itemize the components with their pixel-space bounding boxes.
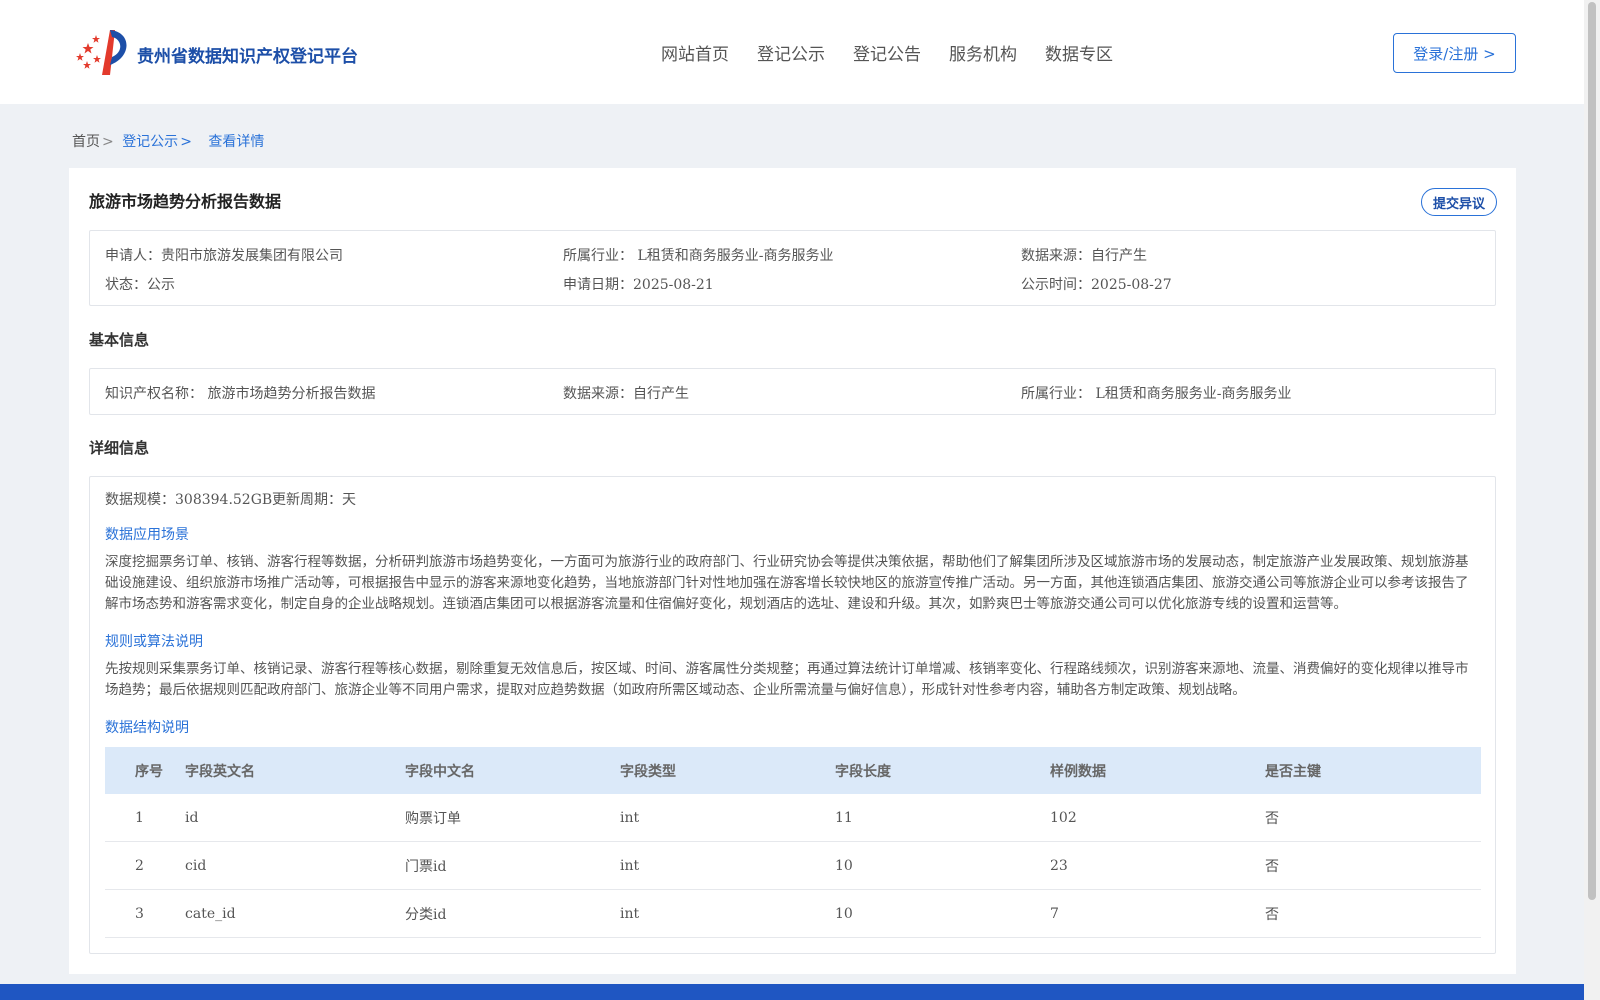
cell-primary-key: 否 — [1265, 906, 1279, 923]
column-header-sample: 样例数据 — [1050, 763, 1106, 780]
detailed-info-box: 数据规模：308394.52GB 更新周期：天 数据应用场景 深度挖掘票务订单、… — [89, 476, 1496, 954]
apply-date-field: 申请日期：2025-08-21 — [563, 277, 714, 293]
source-field: 数据来源：自行产生 — [1021, 248, 1147, 264]
status-value: 公示 — [147, 277, 175, 293]
cell-sample: 7 — [1050, 905, 1059, 922]
login-register-button[interactable]: 登录/注册 > — [1393, 33, 1516, 73]
industry-value: L租赁和商务服务业-商务服务业 — [637, 248, 834, 264]
cell-length: 11 — [835, 809, 853, 826]
table-row: 3 cate_id 分类id int 10 7 否 — [105, 890, 1481, 938]
vertical-scrollbar[interactable] — [1584, 0, 1600, 1000]
cell-english-name: cid — [185, 857, 207, 874]
breadcrumb-current: 查看详情 — [208, 134, 265, 150]
publish-time-field: 公示时间：2025-08-27 — [1021, 277, 1172, 293]
data-scale-field: 数据规模：308394.52GB — [105, 492, 273, 508]
application-scenario-heading: 数据应用场景 — [105, 527, 189, 543]
nav-item-registration-publicity[interactable]: 登记公示 — [757, 40, 825, 65]
apply-date-value: 2025-08-21 — [633, 277, 714, 293]
data-structure-table: 序号 字段英文名 字段中文名 字段类型 字段长度 样例数据 是否主键 1 id … — [105, 747, 1481, 938]
basic-info-heading: 基本信息 — [89, 331, 150, 349]
breadcrumb-separator: > — [180, 134, 192, 150]
column-header-english-name: 字段英文名 — [185, 763, 255, 780]
cell-index: 3 — [135, 905, 144, 922]
column-header-type: 字段类型 — [620, 763, 676, 780]
status-field: 状态：公示 — [105, 277, 175, 293]
cell-index: 1 — [135, 809, 144, 826]
cell-type: int — [620, 857, 640, 874]
site-header: 贵州省数据知识产权登记平台 网站首页 登记公示 登记公告 服务机构 数据专区 登… — [0, 0, 1584, 104]
basic-info-box: 知识产权名称： 旅游市场趋势分析报告数据 数据来源：自行产生 所属行业： L租赁… — [89, 368, 1496, 415]
page-title: 旅游市场趋势分析报告数据 — [89, 192, 282, 211]
submit-objection-button[interactable]: 提交异议 — [1421, 188, 1497, 216]
basic-source-value: 自行产生 — [633, 386, 689, 402]
application-scenario-text: 深度挖掘票务订单、核销、游客行程等数据，分析研判旅游市场趋势变化，一方面可为旅游… — [105, 554, 1469, 612]
platform-logo-icon — [76, 30, 127, 75]
cell-primary-key: 否 — [1265, 858, 1279, 875]
column-header-length: 字段长度 — [835, 763, 891, 780]
cell-length: 10 — [835, 905, 853, 922]
cell-english-name: cate_id — [185, 905, 236, 922]
cell-length: 10 — [835, 857, 853, 874]
cell-chinese-name: 门票id — [405, 858, 447, 875]
column-header-index: 序号 — [135, 763, 163, 780]
cell-type: int — [620, 905, 640, 922]
breadcrumb-registration-publicity[interactable]: 登记公示 — [122, 134, 178, 150]
main-nav: 网站首页 登记公示 登记公告 服务机构 数据专区 — [661, 40, 1141, 65]
summary-box: 申请人：贵阳市旅游发展集团有限公司 所属行业： L租赁和商务服务业-商务服务业 … — [89, 230, 1496, 306]
table-row: 1 id 购票订单 int 11 102 否 — [105, 794, 1481, 842]
applicant-value: 贵阳市旅游发展集团有限公司 — [161, 248, 343, 264]
table-header: 序号 字段英文名 字段中文名 字段类型 字段长度 样例数据 是否主键 — [105, 747, 1481, 794]
industry-field: 所属行业： L租赁和商务服务业-商务服务业 — [563, 248, 834, 264]
site-title: 贵州省数据知识产权登记平台 — [137, 47, 358, 67]
breadcrumb-separator: > — [102, 134, 114, 150]
basic-industry-value: L租赁和商务服务业-商务服务业 — [1095, 386, 1292, 402]
detailed-info-heading: 详细信息 — [89, 439, 150, 457]
nav-item-registration-announcement[interactable]: 登记公告 — [853, 40, 921, 65]
basic-industry-field: 所属行业： L租赁和商务服务业-商务服务业 — [1021, 386, 1292, 402]
data-structure-heading: 数据结构说明 — [105, 720, 189, 736]
basic-source-field: 数据来源：自行产生 — [563, 386, 689, 402]
detail-card: 旅游市场趋势分析报告数据 提交异议 申请人：贵阳市旅游发展集团有限公司 所属行业… — [69, 168, 1516, 974]
cell-chinese-name: 分类id — [405, 906, 447, 923]
column-header-primary-key: 是否主键 — [1265, 763, 1321, 780]
rule-algorithm-heading: 规则或算法说明 — [105, 634, 203, 650]
cell-sample: 23 — [1050, 857, 1068, 874]
applicant-field: 申请人：贵阳市旅游发展集团有限公司 — [105, 248, 343, 264]
cell-english-name: id — [185, 809, 199, 826]
table-row: 2 cid 门票id int 10 23 否 — [105, 842, 1481, 890]
ip-name-field: 知识产权名称： 旅游市场趋势分析报告数据 — [105, 386, 376, 402]
update-cycle-value: 天 — [342, 492, 356, 508]
breadcrumb: 首页 > 登记公示 > 查看详情 — [72, 131, 264, 151]
cell-type: int — [620, 809, 640, 826]
column-header-chinese-name: 字段中文名 — [405, 763, 475, 780]
cell-index: 2 — [135, 857, 144, 874]
cell-primary-key: 否 — [1265, 810, 1279, 827]
footer-bar — [0, 984, 1584, 1000]
publish-time-value: 2025-08-27 — [1091, 277, 1172, 293]
cell-sample: 102 — [1050, 809, 1077, 826]
nav-item-service-agencies[interactable]: 服务机构 — [949, 40, 1017, 65]
nav-item-data-zone[interactable]: 数据专区 — [1045, 40, 1113, 65]
breadcrumb-home[interactable]: 首页 — [72, 134, 100, 150]
scrollbar-thumb[interactable] — [1588, 2, 1596, 900]
cell-chinese-name: 购票订单 — [405, 810, 461, 827]
update-cycle-field: 更新周期：天 — [272, 492, 356, 508]
data-scale-value: 308394.52GB — [175, 492, 273, 508]
source-value: 自行产生 — [1091, 248, 1147, 264]
nav-item-home[interactable]: 网站首页 — [661, 40, 729, 65]
rule-algorithm-text: 先按规则采集票务订单、核销记录、游客行程等核心数据，剔除重复无效信息后，按区域、… — [105, 661, 1469, 698]
ip-name-value: 旅游市场趋势分析报告数据 — [207, 386, 376, 402]
